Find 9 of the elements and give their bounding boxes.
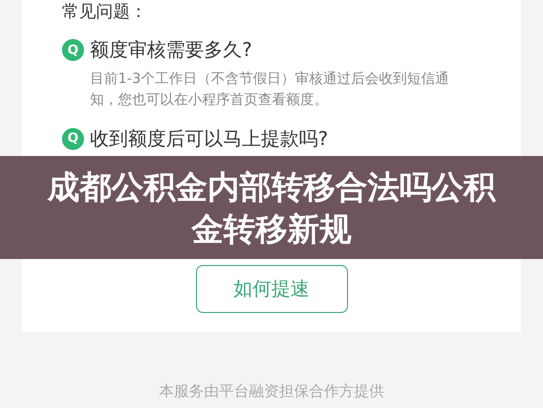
footer-note: 本服务由平台融资担保合作方提供 [158,381,385,402]
answer-text: 目前1-3个工作日（不含节假日）审核通过后会收到短信通知，您也可以在小程序首页查看额度。 [90,70,450,110]
speed-up-button[interactable]: 如何提速 [196,265,348,313]
question-text: 额度审核需要多久? [90,38,252,63]
question-icon: Q [62,128,84,150]
banner-title: 成都公积金内部转移合法吗公积金转移新规 [46,166,496,250]
question-icon: Q [62,39,84,62]
section-title: 常见问题： [62,1,148,22]
question-text: 收到额度后可以马上提款吗? [90,126,328,152]
